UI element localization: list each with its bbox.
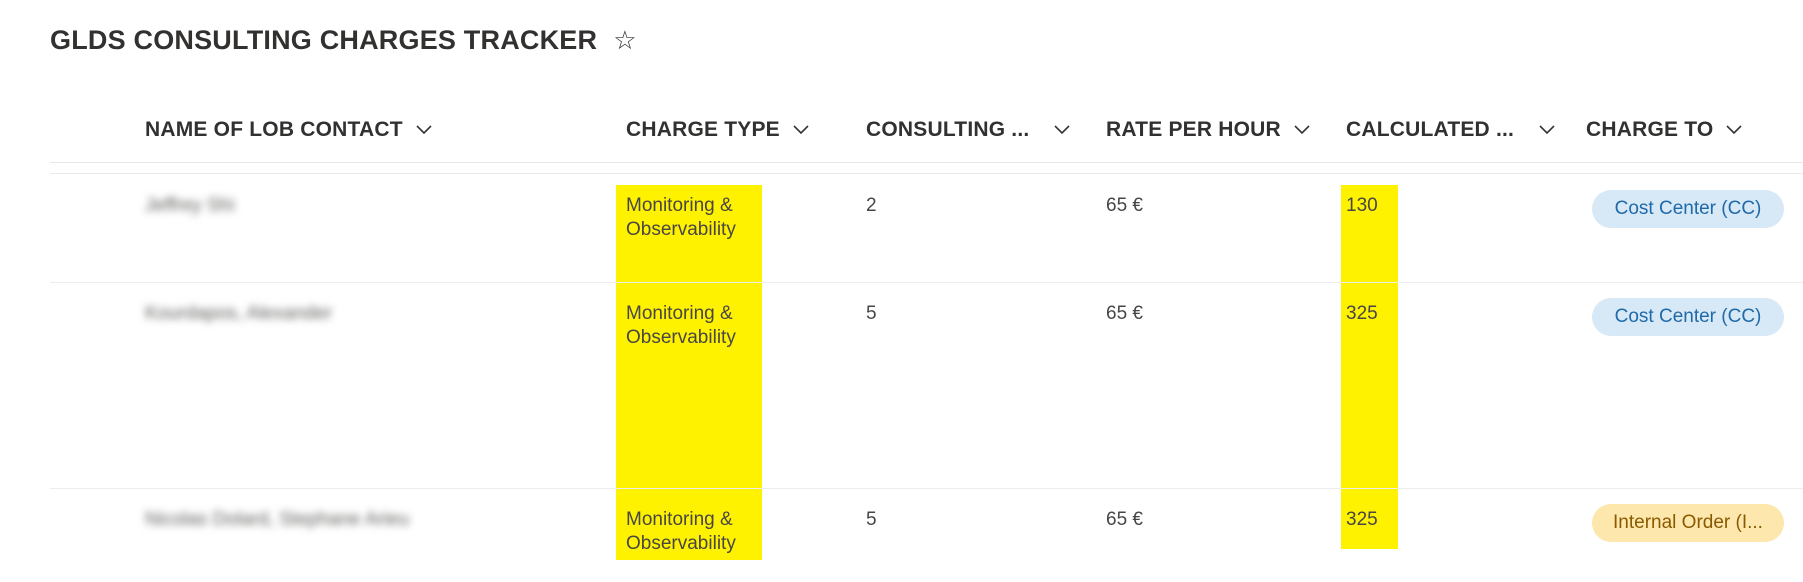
charge-type-line: Monitoring & — [626, 509, 733, 530]
charge-to-badge: Cost Center (CC) — [1592, 190, 1784, 228]
chevron-down-icon — [792, 121, 810, 139]
charge-type-cell: Monitoring & Observability — [626, 508, 736, 556]
consulting-hours: 2 — [866, 195, 877, 216]
column-header-row: NAME OF LOB CONTACT CHARGE TYPE CONSULTI… — [50, 108, 1803, 163]
calculated-amount: 325 — [1346, 509, 1378, 530]
charge-type-line: Observability — [626, 533, 736, 554]
title-row: GLDS CONSULTING CHARGES TRACKER ☆ — [50, 22, 637, 58]
table-row[interactable]: Jeffrey Shi Monitoring & Observability 2… — [50, 174, 1803, 283]
lob-contact-name: Nicolas Dolard, Stephane Arieu — [145, 509, 410, 530]
chevron-down-icon — [1538, 121, 1556, 139]
column-header-name[interactable]: NAME OF LOB CONTACT — [145, 108, 433, 152]
column-header-label: CHARGE TYPE — [626, 118, 780, 141]
chevron-down-icon — [1053, 121, 1071, 139]
charge-to-badge: Cost Center (CC) — [1592, 298, 1784, 336]
lob-contact-name: Kourdapos, Alexander — [145, 303, 332, 324]
consulting-hours: 5 — [866, 509, 877, 530]
star-icon[interactable]: ☆ — [613, 27, 636, 53]
lob-contact-name: Jeffrey Shi — [145, 195, 235, 216]
charge-type-line: Monitoring & — [626, 195, 733, 216]
table-row[interactable]: Kourdapos, Alexander Monitoring & Observ… — [50, 282, 1803, 489]
table-row[interactable]: Nicolas Dolard, Stephane Arieu Monitorin… — [50, 488, 1803, 582]
charge-type-cell: Monitoring & Observability — [626, 302, 736, 350]
charge-type-line: Observability — [626, 219, 736, 240]
chevron-down-icon — [1293, 121, 1311, 139]
charge-type-cell: Monitoring & Observability — [626, 194, 736, 242]
column-header-charge-to[interactable]: CHARGE TO — [1586, 108, 1743, 152]
rate-per-hour: 65 € — [1106, 303, 1143, 324]
column-header-label: CHARGE TO — [1586, 118, 1714, 141]
column-header-label: CALCULATED ... — [1346, 118, 1515, 141]
column-header-rate[interactable]: RATE PER HOUR — [1106, 108, 1311, 152]
chevron-down-icon — [415, 121, 433, 139]
charge-to-badge: Internal Order (I... — [1592, 504, 1784, 542]
page-title: GLDS CONSULTING CHARGES TRACKER — [50, 24, 598, 55]
column-header-label: CONSULTING ... — [866, 118, 1030, 141]
charge-type-line: Monitoring & — [626, 303, 733, 324]
charge-type-line: Observability — [626, 327, 736, 348]
chevron-down-icon — [1725, 121, 1743, 139]
calculated-amount: 130 — [1346, 195, 1378, 216]
column-header-consulting[interactable]: CONSULTING ... — [866, 108, 1071, 152]
consulting-hours: 5 — [866, 303, 877, 324]
list-view: GLDS CONSULTING CHARGES TRACKER ☆ NAME O… — [0, 0, 1803, 582]
column-header-charge-type[interactable]: CHARGE TYPE — [626, 108, 810, 152]
rate-per-hour: 65 € — [1106, 195, 1143, 216]
column-header-label: RATE PER HOUR — [1106, 118, 1281, 141]
column-header-calculated[interactable]: CALCULATED ... — [1346, 108, 1556, 152]
column-header-label: NAME OF LOB CONTACT — [145, 118, 403, 141]
calculated-amount: 325 — [1346, 303, 1378, 324]
rate-per-hour: 65 € — [1106, 509, 1143, 530]
